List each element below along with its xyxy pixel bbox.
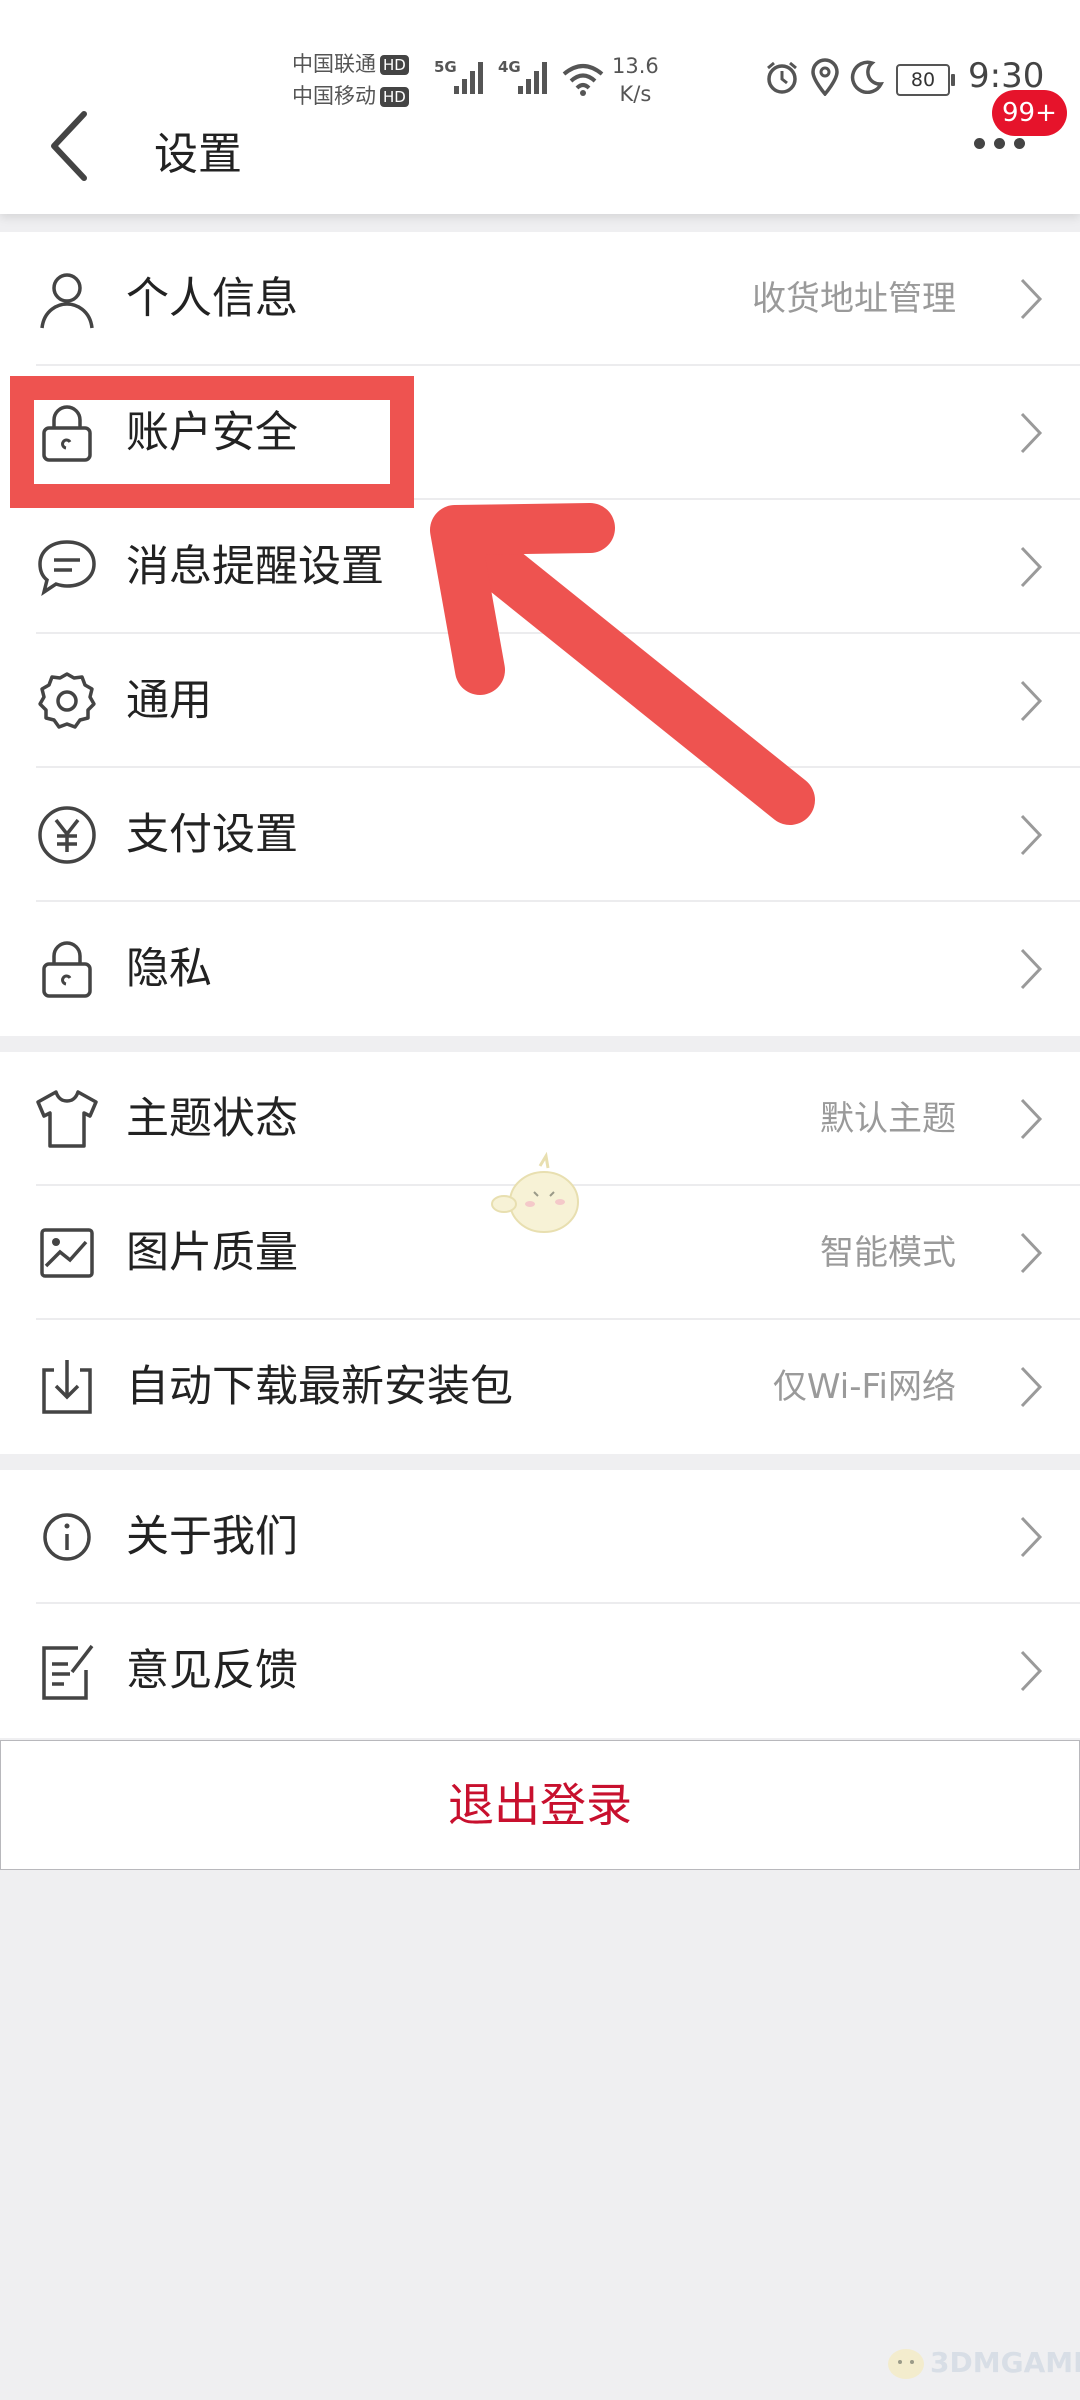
chevron-right-icon [1020, 948, 1043, 990]
settings-item-value: 默认主题 [820, 1099, 956, 1139]
settings-item-label: 自动下载最新安装包 [126, 1362, 513, 1412]
carrier-info: 中国联通 HD 中国移动 HD [292, 48, 409, 112]
settings-group-display: 主题状态 默认主题 图片质量 智能模式 自动下载最新安装包 仅Wi-Fi网络 [0, 1052, 1080, 1454]
watermark-logo-icon [888, 2349, 924, 2379]
download-icon [42, 1360, 92, 1414]
watermark-text: 3DMGAME [930, 2346, 1080, 2379]
chevron-right-icon [1020, 412, 1043, 454]
top-app-bar: 中国联通 HD 中国移动 HD 5G 4G 13.6 K/s 80 9:30 设… [0, 0, 1080, 214]
logout-button[interactable]: 退出登录 [0, 1740, 1080, 1870]
info-icon [43, 1513, 91, 1561]
settings-item-personal-info[interactable]: 个人信息 收货地址管理 [0, 232, 1080, 366]
notification-badge: 99+ [992, 90, 1067, 136]
mascot-watermark-icon [491, 1152, 579, 1233]
settings-item-value: 收货地址管理 [752, 279, 956, 319]
chevron-right-icon [1020, 814, 1043, 856]
settings-item-label: 主题状态 [126, 1094, 298, 1144]
chevron-right-icon [1020, 278, 1043, 320]
logout-label: 退出登录 [448, 1778, 632, 1832]
annotation-arrow-icon [430, 503, 815, 825]
chevron-right-icon [1020, 546, 1043, 588]
settings-item-label: 意见反馈 [126, 1646, 298, 1696]
annotation-highlight-box [10, 376, 414, 508]
status-bar: 中国联通 HD 中国移动 HD 5G 4G 13.6 K/s 80 9:30 [0, 0, 1080, 110]
feedback-icon [42, 1644, 94, 1700]
hd-badge: HD [380, 55, 409, 75]
lock-icon [42, 941, 92, 998]
settings-item-auto-download[interactable]: 自动下载最新安装包 仅Wi-Fi网络 [0, 1320, 1080, 1454]
settings-item-label: 隐私 [126, 944, 212, 994]
settings-item-label: 图片质量 [126, 1228, 298, 1278]
wifi-icon [562, 64, 604, 96]
chevron-right-icon [1020, 680, 1043, 722]
settings-item-label: 通用 [126, 676, 212, 726]
chevron-right-icon [1020, 1232, 1043, 1274]
yen-icon [38, 806, 96, 864]
site-watermark: 3DMGAME [884, 2338, 1080, 2388]
message-icon [38, 540, 96, 596]
page-title: 设置 [154, 129, 242, 180]
settings-item-label: 关于我们 [126, 1512, 298, 1562]
settings-item-feedback[interactable]: 意见反馈 [0, 1604, 1080, 1738]
signal-bars-icon [454, 60, 490, 94]
settings-item-value: 智能模式 [820, 1233, 956, 1273]
hd-badge: HD [380, 87, 409, 107]
signal-bars-icon [518, 60, 554, 94]
settings-item-label: 支付设置 [126, 810, 298, 860]
tshirt-icon [36, 1090, 98, 1148]
settings-item-label: 消息提醒设置 [126, 542, 384, 592]
person-icon [40, 273, 94, 329]
settings-item-privacy[interactable]: 隐私 [0, 902, 1080, 1036]
back-arrow-icon[interactable] [44, 108, 94, 184]
image-icon [40, 1228, 94, 1278]
settings-item-value: 仅Wi-Fi网络 [772, 1367, 956, 1407]
chevron-right-icon [1020, 1098, 1043, 1140]
location-icon [811, 58, 839, 96]
alarm-icon [767, 61, 797, 94]
settings-item-about-us[interactable]: 关于我们 [0, 1470, 1080, 1604]
gear-icon [38, 672, 96, 729]
chevron-right-icon [1020, 1516, 1043, 1558]
settings-group-about: 关于我们 意见反馈 [0, 1470, 1080, 1738]
settings-item-label: 个人信息 [126, 274, 298, 324]
battery-indicator: 80 [896, 64, 955, 96]
chevron-right-icon [1020, 1650, 1043, 1692]
carrier-2: 中国移动 [292, 84, 376, 108]
carrier-1: 中国联通 [292, 52, 376, 76]
moon-icon [850, 60, 884, 94]
chevron-right-icon [1020, 1366, 1043, 1408]
network-speed: 13.6 K/s [612, 54, 659, 106]
